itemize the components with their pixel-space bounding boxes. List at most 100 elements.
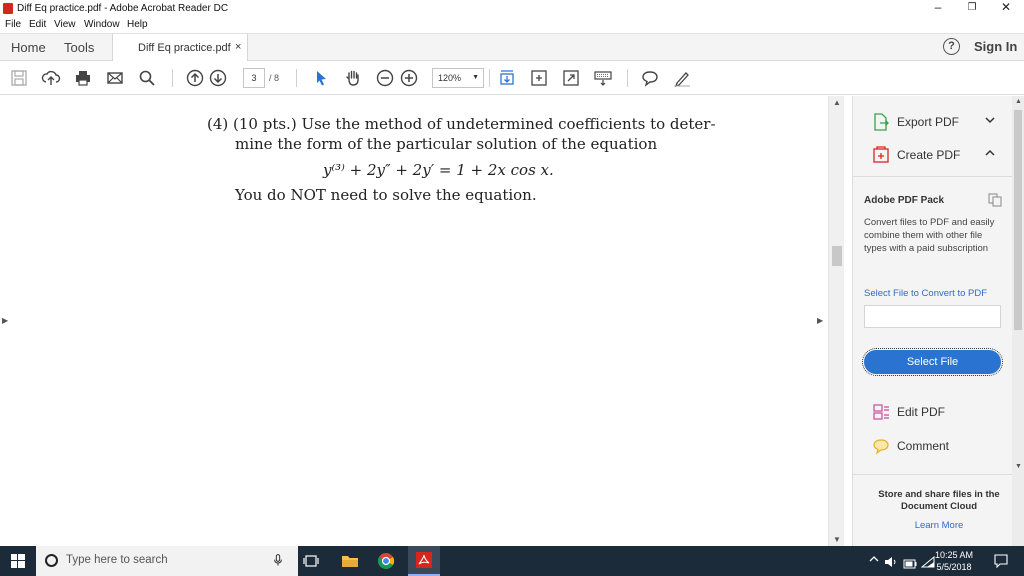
file-input-field[interactable]: [864, 305, 1001, 328]
email-icon[interactable]: [105, 68, 125, 88]
document-viewer[interactable]: ▶ ▶ (4) (10 pts.) Use the method of unde…: [0, 96, 828, 546]
pdf-pack-icon: [988, 193, 1002, 212]
scroll-down-icon[interactable]: ▼: [1015, 463, 1022, 470]
keyboard-icon[interactable]: [593, 68, 613, 88]
wifi-icon[interactable]: [920, 555, 935, 573]
page-total: / 8: [269, 73, 280, 83]
acrobat-taskbar-icon: [416, 552, 432, 573]
problem-line-1: (4) (10 pts.) Use the method of undeterm…: [207, 115, 716, 133]
menu-edit[interactable]: Edit: [29, 19, 46, 30]
fit-page-icon[interactable]: [497, 68, 517, 88]
minimize-button[interactable]: –: [921, 0, 955, 17]
system-clock[interactable]: 10:25 AM 5/5/2018: [935, 549, 973, 573]
taskbar-search-box[interactable]: Type here to search: [36, 546, 298, 576]
zoom-in-icon[interactable]: [399, 68, 419, 88]
edit-pdf-label: Edit PDF: [897, 405, 946, 419]
tools-pane-scrollbar[interactable]: ▲ ▼: [1012, 96, 1024, 546]
select-file-link[interactable]: Select File to Convert to PDF: [864, 288, 987, 299]
tab-document[interactable]: Diff Eq practice.pdf ×: [112, 34, 248, 62]
edit-pdf-item[interactable]: Edit PDF: [853, 398, 1013, 426]
help-icon[interactable]: ?: [943, 38, 960, 55]
windows-start-icon[interactable]: [11, 554, 25, 573]
chevron-down-icon: ▼: [472, 74, 479, 81]
document-cloud-promo: Store and share files in the Document Cl…: [878, 489, 1000, 512]
document-scrollbar[interactable]: ▲ ▼: [828, 96, 844, 546]
search-icon[interactable]: [137, 68, 157, 88]
comment-icon[interactable]: [640, 68, 660, 88]
zoom-level-select[interactable]: 120% ▼: [432, 68, 484, 88]
cortana-icon: [45, 554, 58, 567]
next-page-icon[interactable]: [208, 68, 228, 88]
export-pdf-item[interactable]: Export PDF: [853, 108, 1013, 136]
menu-file[interactable]: File: [5, 19, 21, 30]
learn-more-link[interactable]: Learn More: [869, 520, 1009, 531]
chevron-up-icon[interactable]: [869, 554, 879, 566]
tools-pane: Export PDF Create PDF Adobe PDF Pack Con…: [852, 96, 1013, 546]
previous-page-icon[interactable]: [185, 68, 205, 88]
create-pdf-item[interactable]: Create PDF: [853, 141, 1013, 169]
scrollbar-thumb[interactable]: [1014, 110, 1022, 330]
export-pdf-label: Export PDF: [897, 115, 960, 129]
problem-line-2: mine the form of the particular solution…: [235, 135, 658, 153]
toolbar-divider: [172, 69, 173, 87]
clock-time: 10:25 AM: [935, 550, 974, 560]
menu-view[interactable]: View: [54, 19, 76, 30]
chevron-up-icon[interactable]: [984, 147, 996, 162]
volume-icon[interactable]: [884, 555, 898, 573]
task-view-icon[interactable]: [303, 554, 319, 573]
problem-equation: y⁽³⁾ + 2y″ + 2y′ = 1 + 2x cos x.: [323, 161, 554, 179]
cloud-upload-icon[interactable]: [41, 68, 61, 88]
microphone-icon[interactable]: [273, 553, 283, 573]
problem-line-3: You do NOT need to solve the equation.: [235, 186, 537, 204]
toolbar-divider: [489, 69, 490, 87]
restore-button[interactable]: ❐: [955, 0, 989, 17]
action-center-icon[interactable]: [994, 554, 1008, 573]
tab-home[interactable]: Home: [11, 40, 46, 55]
scroll-up-icon[interactable]: ▲: [1015, 98, 1022, 105]
tab-close-icon[interactable]: ×: [235, 41, 241, 53]
scroll-up-icon[interactable]: ▲: [833, 98, 841, 107]
scroll-down-icon[interactable]: ▼: [833, 535, 841, 544]
search-placeholder: Type here to search: [66, 554, 168, 566]
export-pdf-icon: [872, 113, 890, 131]
sign-pen-icon[interactable]: [672, 68, 692, 88]
page-number-input[interactable]: 3: [243, 68, 265, 88]
window-title: Diff Eq practice.pdf - Adobe Acrobat Rea…: [17, 3, 229, 14]
tab-document-label: Diff Eq practice.pdf: [138, 42, 231, 54]
menu-help[interactable]: Help: [127, 19, 148, 30]
toolbar: 3 / 8 120% ▼: [0, 61, 1024, 95]
windows-taskbar: Type here to search 10:25 AM 5/5/2018: [0, 546, 1024, 576]
select-cursor-icon[interactable]: [311, 68, 331, 88]
pane-divider: [853, 474, 1013, 475]
toolbar-divider: [627, 69, 628, 87]
collapse-right-pane-icon[interactable]: ▶: [817, 316, 823, 325]
save-icon[interactable]: [9, 68, 29, 88]
pane-divider: [853, 176, 1013, 177]
tab-tools[interactable]: Tools: [64, 40, 94, 55]
menu-window[interactable]: Window: [84, 19, 120, 30]
zoom-out-icon[interactable]: [375, 68, 395, 88]
full-screen-icon[interactable]: [561, 68, 581, 88]
rotate-view-icon[interactable]: [529, 68, 549, 88]
tab-bar: Home Tools Diff Eq practice.pdf ×: [0, 33, 1024, 62]
menu-bar: File Edit View Window Help: [0, 17, 1024, 33]
acrobat-app-icon: [3, 3, 13, 14]
collapse-left-pane-icon[interactable]: ▶: [2, 316, 8, 325]
acrobat-taskbar-button[interactable]: [408, 546, 440, 576]
close-window-button[interactable]: ✕: [989, 0, 1023, 17]
toolbar-divider: [296, 69, 297, 87]
scrollbar-thumb[interactable]: [832, 246, 842, 266]
edit-pdf-icon: [872, 403, 890, 421]
file-explorer-icon[interactable]: [341, 553, 359, 574]
select-file-button[interactable]: Select File: [862, 348, 1003, 376]
chevron-down-icon[interactable]: [984, 114, 996, 129]
hand-tool-icon[interactable]: [343, 68, 363, 88]
sign-in-button[interactable]: Sign In: [974, 39, 1017, 54]
battery-icon[interactable]: [903, 556, 917, 574]
pdf-pack-title: Adobe PDF Pack: [864, 195, 945, 206]
create-pdf-icon: [872, 146, 890, 164]
comment-bubble-icon: [872, 437, 890, 455]
chrome-icon[interactable]: [377, 552, 395, 575]
print-icon[interactable]: [73, 68, 93, 88]
comment-item[interactable]: Comment: [853, 432, 1013, 460]
